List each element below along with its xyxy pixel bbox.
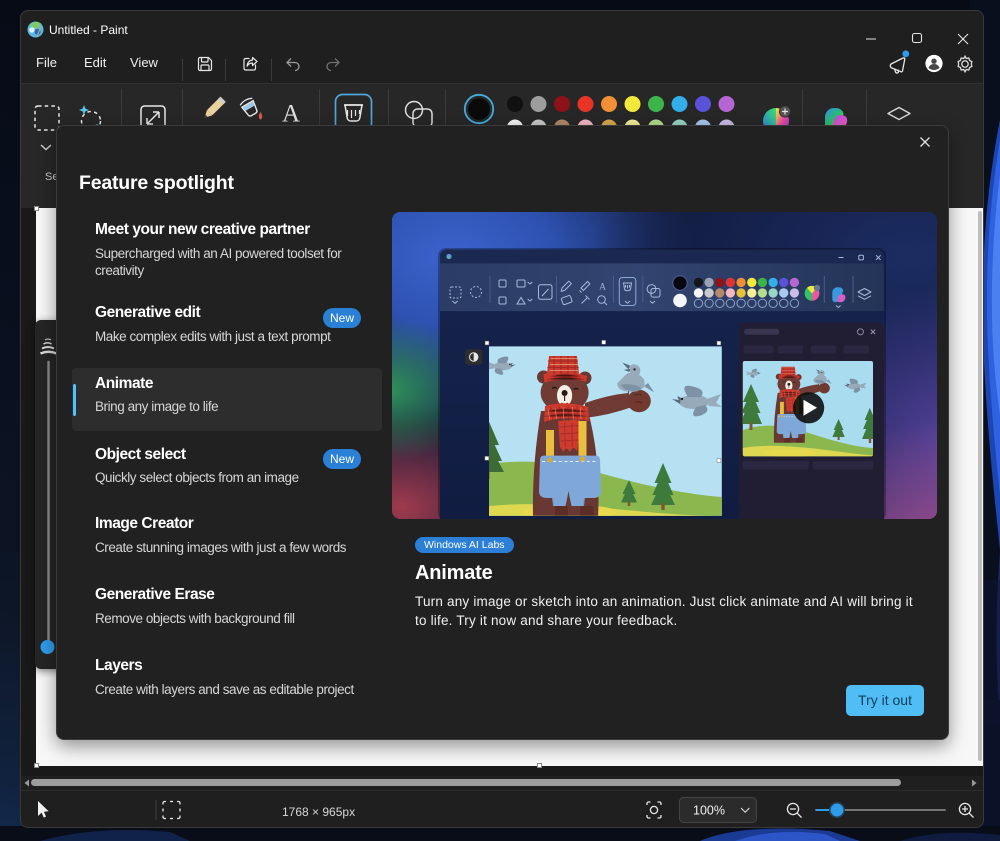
svg-text:100%: 100% (693, 804, 725, 818)
svg-text:A: A (282, 101, 300, 128)
svg-text:A: A (599, 283, 606, 293)
